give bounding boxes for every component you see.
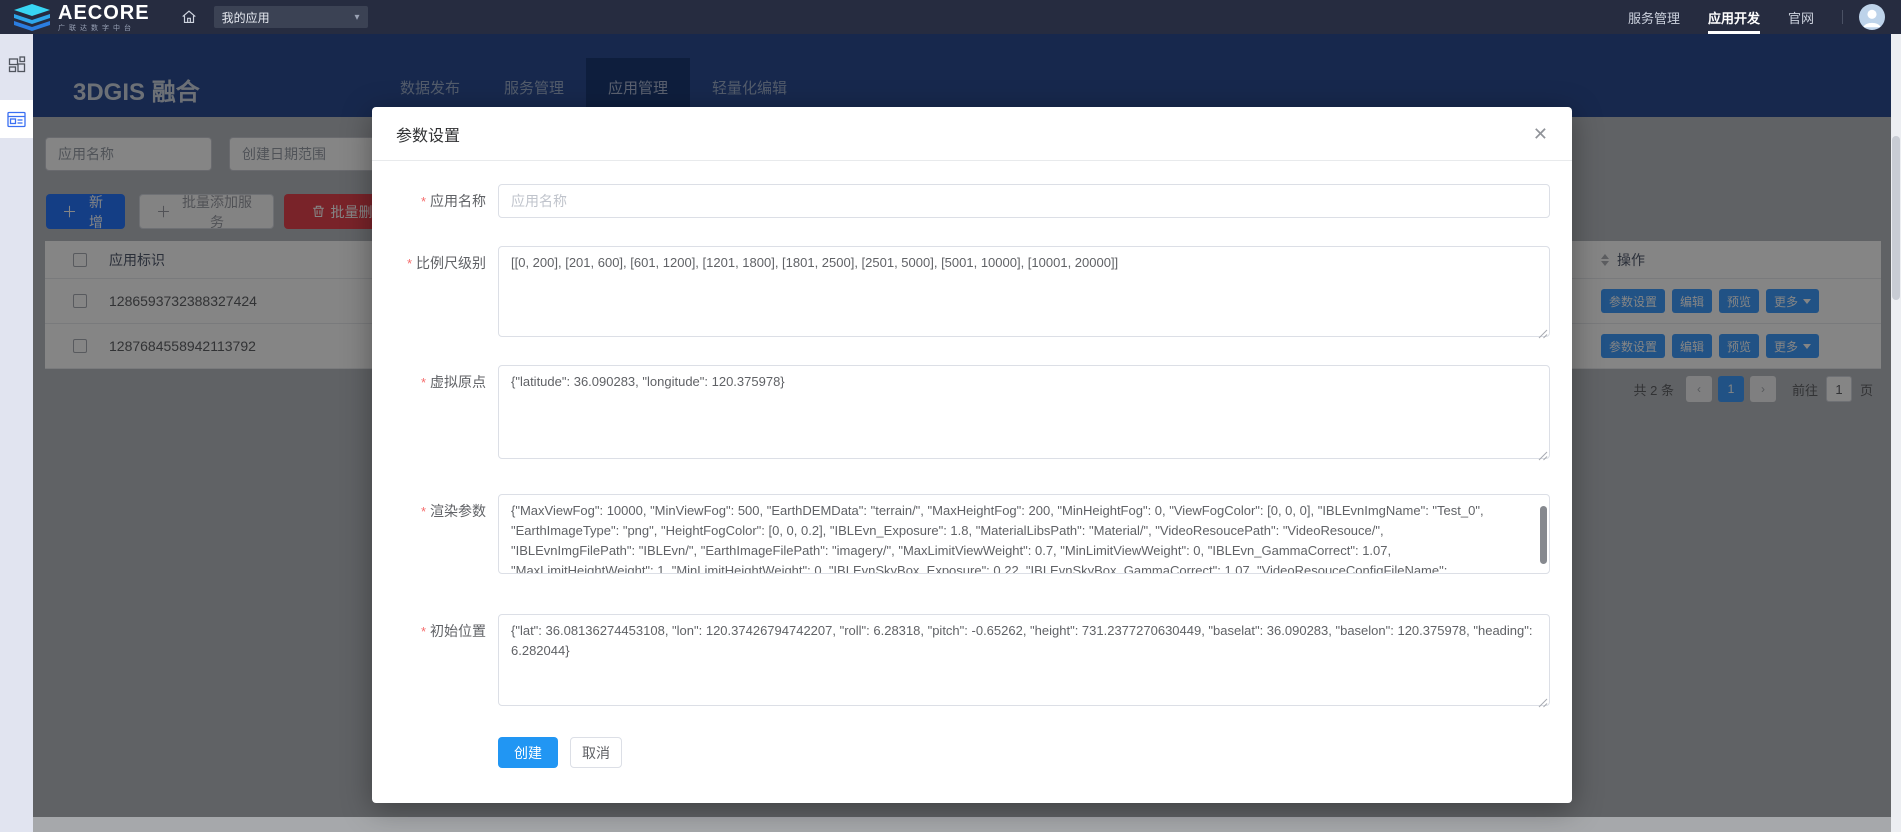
textarea-scrollbar-thumb[interactable]	[1540, 506, 1547, 564]
navbar-right: 服务管理 应用开发 官网	[1628, 0, 1901, 34]
initial-position-textarea[interactable]: {"lat": 36.08136274453108, "lon": 120.37…	[498, 614, 1550, 706]
cancel-button[interactable]: 取消	[570, 737, 622, 768]
field-render-params: *渲染参数 {"MaxViewFog": 10000, "MinViewFog"…	[372, 494, 1572, 579]
chevron-down-icon: ▾	[355, 12, 360, 23]
nav-link-service-manage[interactable]: 服务管理	[1628, 0, 1680, 34]
divider	[1842, 10, 1843, 24]
app-select-dropdown[interactable]: 我的应用 ▾	[214, 6, 368, 28]
page-scrollbar[interactable]	[1891, 34, 1901, 832]
render-params-textarea[interactable]: {"MaxViewFog": 10000, "MinViewFog": 500,…	[498, 494, 1550, 574]
field-scale-levels: *比例尺级别 [[0, 200], [201, 600], [601, 1200…	[372, 246, 1572, 342]
home-button[interactable]	[178, 6, 200, 28]
sidebar-item-app-management[interactable]	[0, 100, 33, 138]
create-button[interactable]: 创建	[498, 737, 558, 768]
aecore-logo-icon	[12, 2, 52, 32]
logo-text: AECORE	[58, 3, 150, 23]
required-asterisk: *	[407, 256, 412, 271]
virtual-origin-textarea[interactable]: {"latitude": 36.090283, "longitude": 120…	[498, 365, 1550, 459]
sidebar-item-dashboard[interactable]	[0, 46, 33, 82]
home-icon	[180, 8, 198, 26]
required-asterisk: *	[421, 504, 426, 519]
modal-actions: 创建 取消	[498, 737, 1572, 768]
top-navbar: AECORE 广联达数字中台 我的应用 ▾ 服务管理 应用开发 官网	[0, 0, 1901, 34]
brand-logo: AECORE 广联达数字中台	[12, 2, 150, 32]
app-select-value: 我的应用	[222, 9, 355, 26]
app-window-icon	[7, 111, 26, 128]
field-label: *渲染参数	[372, 494, 498, 579]
logo-subtext: 广联达数字中台	[58, 25, 150, 32]
user-avatar-icon	[1859, 4, 1885, 30]
required-asterisk: *	[421, 375, 426, 390]
field-label: *应用名称	[372, 184, 498, 218]
required-asterisk: *	[421, 624, 426, 639]
app-name-input[interactable]	[498, 184, 1550, 218]
modal-header: 参数设置 ✕	[372, 107, 1572, 161]
application-root: 3DGIS 融合 数据发布 服务管理 应用管理 轻量化编辑 ＋新增 ＋批量添加服…	[0, 0, 1901, 832]
left-sidebar	[0, 34, 33, 832]
nav-link-official-site[interactable]: 官网	[1788, 0, 1814, 34]
field-label: *虚拟原点	[372, 365, 498, 464]
field-label: *比例尺级别	[372, 246, 498, 342]
user-avatar[interactable]	[1859, 4, 1885, 30]
params-settings-modal: 参数设置 ✕ *应用名称 *比例尺级别 [[0, 200], [201, 600…	[372, 107, 1572, 803]
dashboard-icon	[8, 55, 26, 73]
field-virtual-origin: *虚拟原点 {"latitude": 36.090283, "longitude…	[372, 365, 1572, 464]
field-label: *初始位置	[372, 614, 498, 711]
footer-strip	[33, 817, 1891, 832]
close-icon[interactable]: ✕	[1533, 125, 1548, 143]
scale-levels-textarea[interactable]: [[0, 200], [201, 600], [601, 1200], [120…	[498, 246, 1550, 337]
field-app-name: *应用名称	[372, 184, 1572, 218]
required-asterisk: *	[421, 194, 426, 209]
scrollbar-thumb[interactable]	[1892, 136, 1900, 300]
nav-link-app-develop[interactable]: 应用开发	[1708, 0, 1760, 34]
modal-title: 参数设置	[396, 122, 460, 146]
field-initial-position: *初始位置 {"lat": 36.08136274453108, "lon": …	[372, 614, 1572, 711]
